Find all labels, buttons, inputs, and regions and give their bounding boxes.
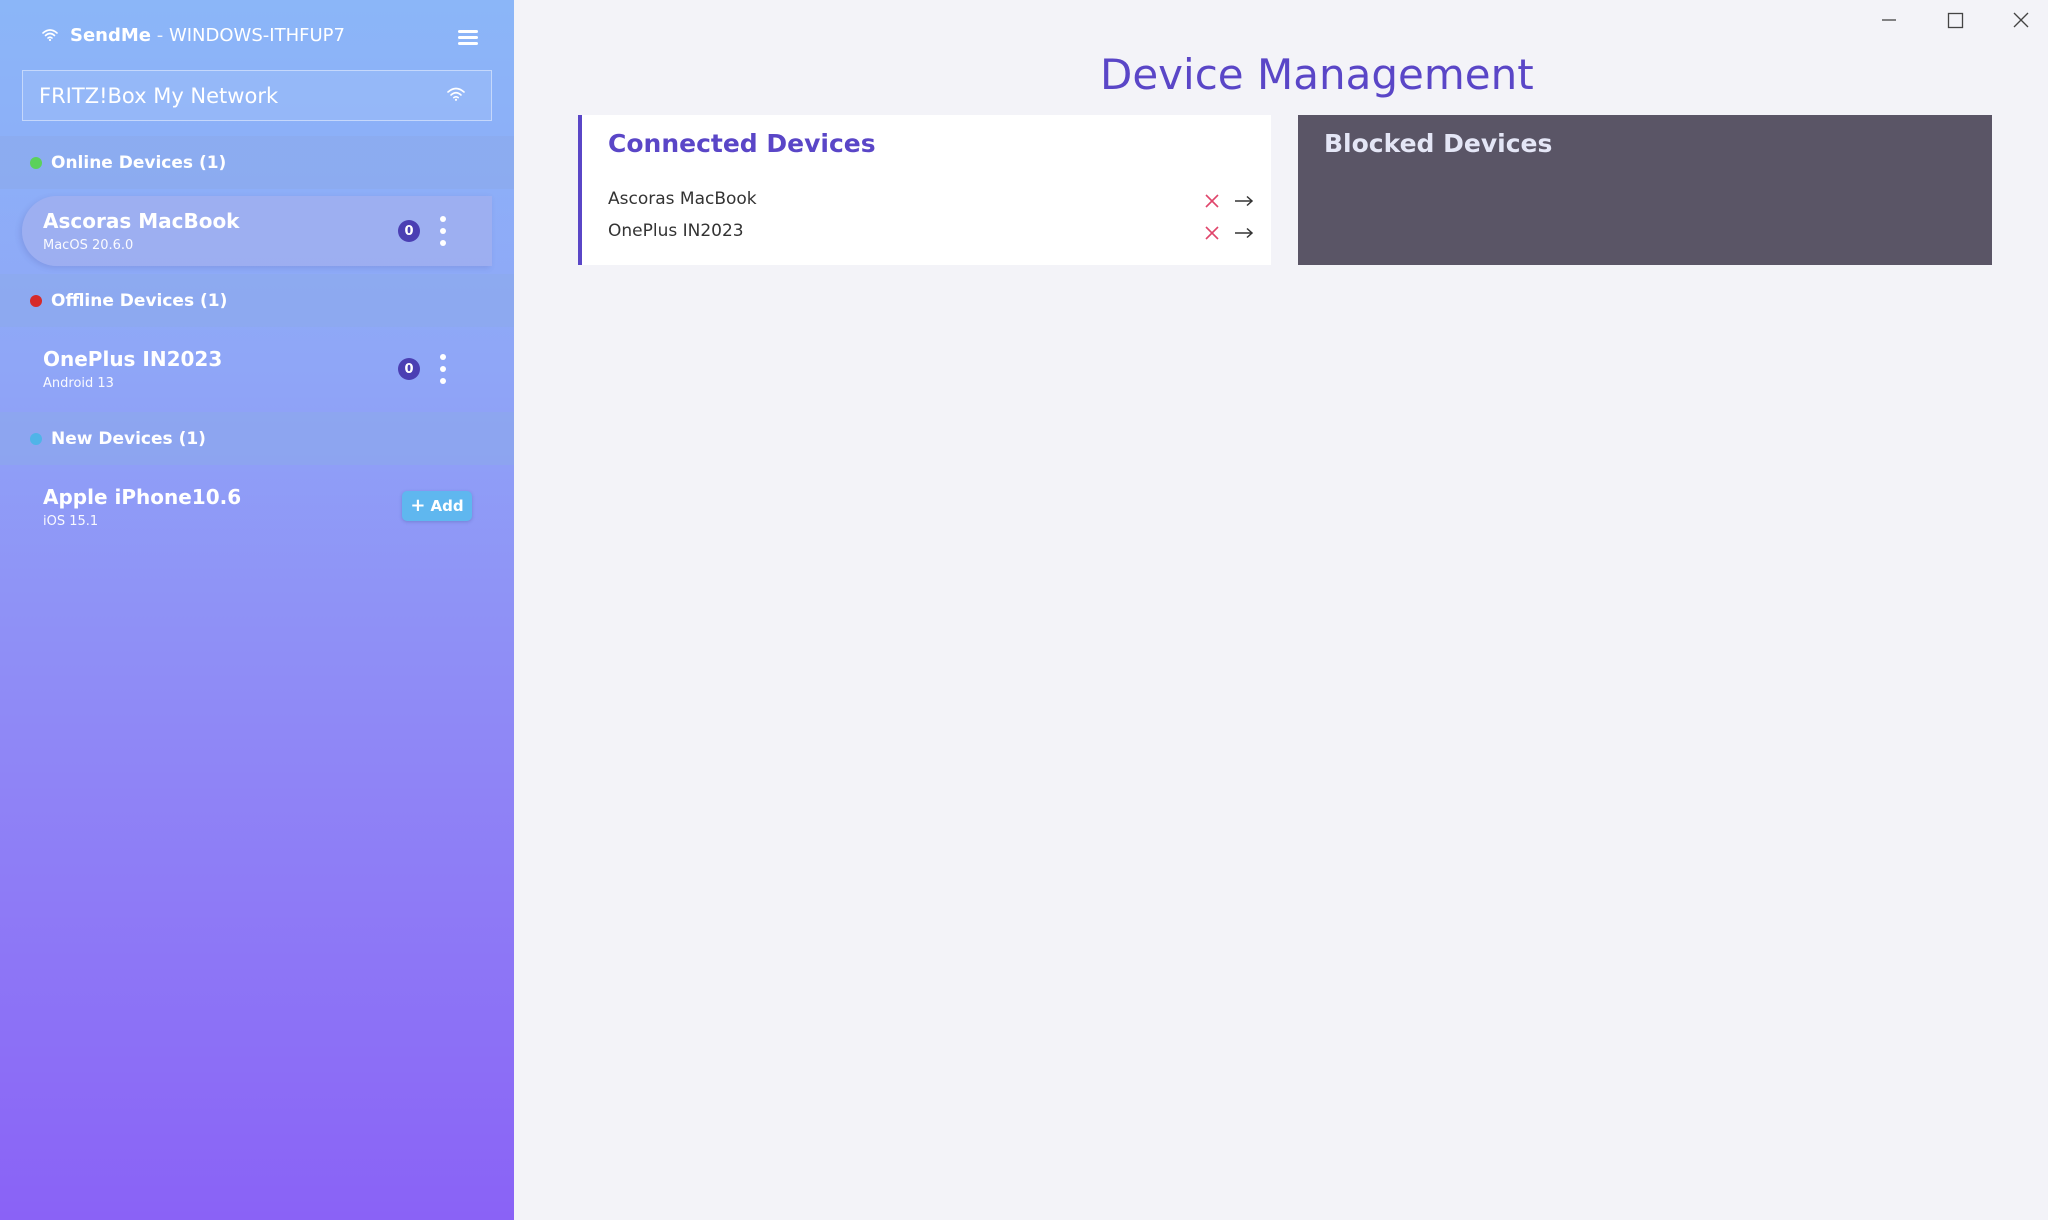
page-title: Device Management	[1100, 50, 1534, 99]
minimize-icon[interactable]	[1872, 6, 1906, 34]
section-online-devices[interactable]: Online Devices (1)	[0, 136, 514, 189]
device-name: OnePlus IN2023	[43, 347, 223, 371]
device-item-ascoras-macbook[interactable]: Ascoras MacBook MacOS 20.6.0 0	[0, 189, 514, 273]
device-name: Ascoras MacBook	[43, 209, 240, 233]
blocked-devices-panel: Blocked Devices	[1298, 115, 1992, 265]
remove-device-icon[interactable]	[1204, 225, 1220, 241]
online-status-dot	[30, 156, 42, 169]
more-options-icon[interactable]	[438, 216, 448, 246]
hamburger-menu-icon[interactable]	[458, 30, 478, 46]
close-window-icon[interactable]	[2004, 6, 2038, 34]
plus-icon: +	[410, 495, 426, 516]
wifi-icon	[42, 29, 58, 41]
maximize-icon[interactable]	[1938, 6, 1972, 34]
device-item-oneplus-in2023[interactable]: OnePlus IN2023 Android 13 0	[0, 327, 514, 411]
sidebar-header: SendMe - WINDOWS-ITHFUP7	[0, 0, 514, 70]
unread-count-badge: 0	[398, 220, 420, 242]
section-offline-devices[interactable]: Offline Devices (1)	[0, 274, 514, 327]
section-new-devices[interactable]: New Devices (1)	[0, 412, 514, 465]
connected-device-item: Ascoras MacBook	[582, 183, 1271, 215]
section-title: Online Devices (1)	[51, 152, 227, 173]
section-title: Offline Devices (1)	[51, 290, 228, 311]
panel-title: Connected Devices	[608, 129, 876, 158]
app-title: SendMe - WINDOWS-ITHFUP7	[70, 25, 345, 46]
connected-device-item: OnePlus IN2023	[582, 215, 1271, 247]
connected-device-name: OnePlus IN2023	[608, 221, 744, 241]
device-name: Apple iPhone10.6	[43, 485, 242, 509]
section-title: New Devices (1)	[51, 428, 206, 449]
add-device-button[interactable]: + Add	[402, 491, 472, 521]
device-os: MacOS 20.6.0	[43, 238, 134, 253]
add-button-label: Add	[430, 497, 464, 515]
remove-device-icon[interactable]	[1204, 193, 1220, 209]
sidebar: SendMe - WINDOWS-ITHFUP7 FRITZ!Box My Ne…	[0, 0, 514, 1220]
network-selector[interactable]: FRITZ!Box My Network	[22, 70, 492, 121]
connected-devices-panel: Connected Devices Ascoras MacBook OnePlu…	[578, 115, 1271, 265]
arrow-right-icon[interactable]	[1234, 195, 1254, 207]
arrow-right-icon[interactable]	[1234, 227, 1254, 239]
title-separator: -	[151, 25, 169, 46]
device-os: Android 13	[43, 376, 114, 391]
connected-device-name: Ascoras MacBook	[608, 189, 757, 209]
panel-title: Blocked Devices	[1324, 129, 1553, 158]
offline-status-dot	[30, 294, 42, 307]
app-name: SendMe	[70, 25, 151, 46]
new-status-dot	[30, 432, 42, 445]
device-item-apple-iphone[interactable]: Apple iPhone10.6 iOS 15.1 + Add	[0, 465, 514, 549]
device-os: iOS 15.1	[43, 514, 99, 529]
network-name: FRITZ!Box My Network	[39, 83, 279, 108]
wifi-icon	[447, 87, 465, 101]
unread-count-badge: 0	[398, 358, 420, 380]
more-options-icon[interactable]	[438, 354, 448, 384]
app-window: SendMe - WINDOWS-ITHFUP7 FRITZ!Box My Ne…	[0, 0, 2048, 1220]
host-name: WINDOWS-ITHFUP7	[168, 25, 345, 46]
